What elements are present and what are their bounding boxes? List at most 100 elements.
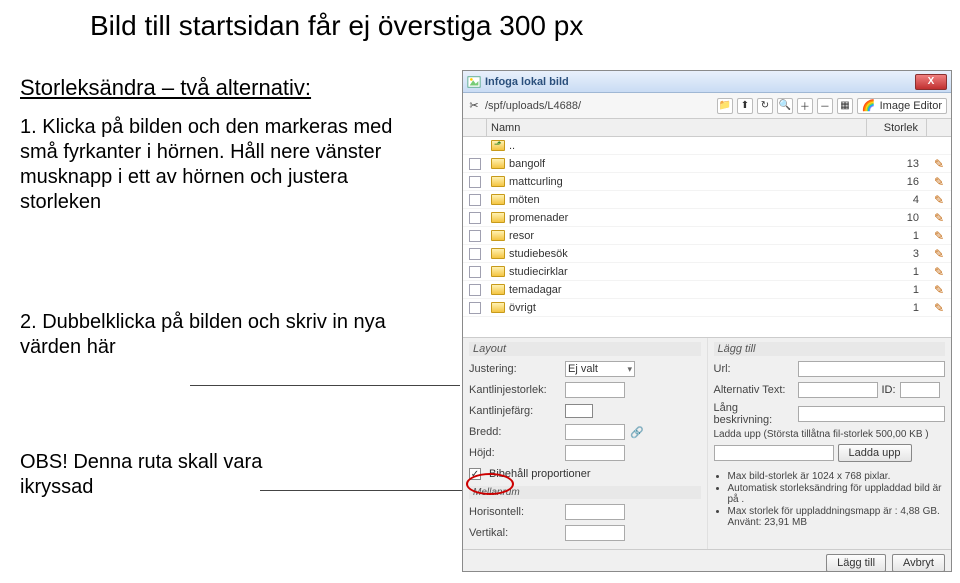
layout-column: Layout Justering: Ej valt ▾ Kantlinjesto… xyxy=(463,338,707,549)
justering-select[interactable]: Ej valt ▾ xyxy=(565,361,635,377)
url-input[interactable] xyxy=(801,362,943,376)
zoom-in-icon[interactable]: ＋ xyxy=(797,98,813,114)
step-2-text: 2. Dubbelklicka på bilden och skriv in n… xyxy=(20,310,400,360)
toolbar-icons: 📁 ⬆ ↻ 🔍 ＋ － ▦ 🌈 Image Editor xyxy=(717,98,947,114)
image-editor-label: Image Editor xyxy=(880,100,942,112)
file-row[interactable]: möten 4 ✎ xyxy=(463,191,951,209)
leader-line-1 xyxy=(190,385,460,386)
file-row[interactable]: promenader 10 ✎ xyxy=(463,209,951,227)
langbeskr-input[interactable] xyxy=(801,407,943,421)
file-row[interactable]: temadagar 1 ✎ xyxy=(463,281,951,299)
current-path: /spf/uploads/L4688/ xyxy=(485,100,581,112)
row-checkbox[interactable] xyxy=(469,212,481,224)
row-checkbox[interactable] xyxy=(469,176,481,188)
row-checkbox[interactable] xyxy=(469,302,481,314)
folder-up-icon xyxy=(491,140,505,151)
file-size: 1 xyxy=(867,230,927,242)
cancel-button[interactable]: Avbryt xyxy=(892,554,945,572)
folder-icon xyxy=(491,248,505,259)
file-row[interactable]: studiebesök 3 ✎ xyxy=(463,245,951,263)
edit-icon[interactable]: ✎ xyxy=(934,265,944,279)
file-row[interactable]: övrigt 1 ✎ xyxy=(463,299,951,317)
row-checkbox[interactable] xyxy=(469,230,481,242)
folder-icon xyxy=(491,302,505,313)
row-checkbox[interactable] xyxy=(469,158,481,170)
path-toolbar: ✂ /spf/uploads/L4688/ 📁 ⬆ ↻ 🔍 ＋ － ▦ 🌈 Im… xyxy=(463,93,951,119)
edit-icon[interactable]: ✎ xyxy=(934,301,944,315)
horisontell-input[interactable] xyxy=(568,505,622,519)
cut-icon[interactable]: ✂ xyxy=(467,99,481,113)
edit-icon[interactable]: ✎ xyxy=(934,283,944,297)
edit-icon[interactable]: ✎ xyxy=(934,193,944,207)
id-input[interactable] xyxy=(903,383,937,397)
step-1-text: 1. Klicka på bilden och den markeras med… xyxy=(20,115,400,215)
label-hojd: Höjd: xyxy=(469,447,561,459)
file-row[interactable]: studiecirklar 1 ✎ xyxy=(463,263,951,281)
folder-icon xyxy=(491,158,505,169)
file-size: 1 xyxy=(867,302,927,314)
row-checkbox[interactable] xyxy=(469,194,481,206)
insert-image-dialog: Infoga lokal bild X ✂ /spf/uploads/L4688… xyxy=(462,70,952,572)
row-checkbox[interactable] xyxy=(469,284,481,296)
row-checkbox[interactable] xyxy=(469,248,481,260)
edit-icon[interactable]: ✎ xyxy=(934,175,944,189)
hojd-input[interactable] xyxy=(568,446,622,460)
grid-icon[interactable]: ▦ xyxy=(837,98,853,114)
link-icon[interactable]: 🔗 xyxy=(629,424,645,440)
label-langbeskr: Lång beskrivning: xyxy=(714,402,794,426)
zoom-out-icon[interactable]: － xyxy=(817,98,833,114)
upload-button[interactable]: Ladda upp xyxy=(838,444,912,462)
row-checkbox[interactable] xyxy=(469,266,481,278)
upload-info-item: Max storlek för uppladdningsmapp är : 4,… xyxy=(728,506,946,528)
col-name[interactable]: Namn xyxy=(487,119,867,136)
folder-icon xyxy=(491,194,505,205)
file-size: 3 xyxy=(867,248,927,260)
new-folder-icon[interactable]: 📁 xyxy=(717,98,733,114)
file-name: övrigt xyxy=(509,302,536,314)
layout-header: Layout xyxy=(469,342,701,356)
dialog-button-row: Lägg till Avbryt xyxy=(463,549,951,576)
edit-icon[interactable]: ✎ xyxy=(934,157,944,171)
vertikal-input[interactable] xyxy=(568,526,622,540)
file-row[interactable]: bangolf 13 ✎ xyxy=(463,155,951,173)
file-row[interactable]: resor 1 ✎ xyxy=(463,227,951,245)
bredd-input[interactable] xyxy=(568,425,622,439)
close-button[interactable]: X xyxy=(915,74,947,90)
label-horisontell: Horisontell: xyxy=(469,506,561,518)
label-url: Url: xyxy=(714,363,794,375)
image-editor-button[interactable]: 🌈 Image Editor xyxy=(857,98,947,114)
refresh-icon[interactable]: ↻ xyxy=(757,98,773,114)
highlight-ring xyxy=(466,473,514,495)
alttext-input[interactable] xyxy=(801,383,875,397)
label-kantlinjefarg: Kantlinjefärg: xyxy=(469,405,561,417)
file-size: 4 xyxy=(867,194,927,206)
file-row-up[interactable]: .. xyxy=(463,137,951,155)
folder-icon xyxy=(491,212,505,223)
search-icon[interactable]: 🔍 xyxy=(777,98,793,114)
file-name: mattcurling xyxy=(509,176,563,188)
justering-value: Ej valt xyxy=(568,363,598,375)
edit-icon[interactable]: ✎ xyxy=(934,229,944,243)
add-header: Lägg till xyxy=(714,342,946,356)
folder-icon xyxy=(491,266,505,277)
file-list[interactable]: .. bangolf 13 ✎ mattcurling 16 ✎ möten 4… xyxy=(463,137,951,337)
label-bredd: Bredd: xyxy=(469,426,561,438)
label-vertikal: Vertikal: xyxy=(469,527,561,539)
border-color-picker[interactable] xyxy=(565,404,593,418)
label-kantlinjestorlek: Kantlinjestorlek: xyxy=(469,384,561,396)
edit-icon[interactable]: ✎ xyxy=(934,247,944,261)
upload-info-item: Automatisk storleksändring för uppladdad… xyxy=(728,483,946,505)
kantlinjestorlek-input[interactable] xyxy=(568,383,622,397)
edit-icon[interactable]: ✎ xyxy=(934,211,944,225)
file-list-header: Namn Storlek xyxy=(463,119,951,137)
add-button[interactable]: Lägg till xyxy=(826,554,886,572)
file-name: bangolf xyxy=(509,158,545,170)
file-size: 1 xyxy=(867,284,927,296)
form-section: Layout Justering: Ej valt ▾ Kantlinjesto… xyxy=(463,337,951,549)
col-size[interactable]: Storlek xyxy=(867,119,927,136)
upload-icon[interactable]: ⬆ xyxy=(737,98,753,114)
file-row[interactable]: mattcurling 16 ✎ xyxy=(463,173,951,191)
upload-info-list: Max bild-storlek är 1024 x 768 pixlar. A… xyxy=(714,471,946,529)
upload-file-input[interactable] xyxy=(717,446,831,460)
file-name: resor xyxy=(509,230,534,242)
